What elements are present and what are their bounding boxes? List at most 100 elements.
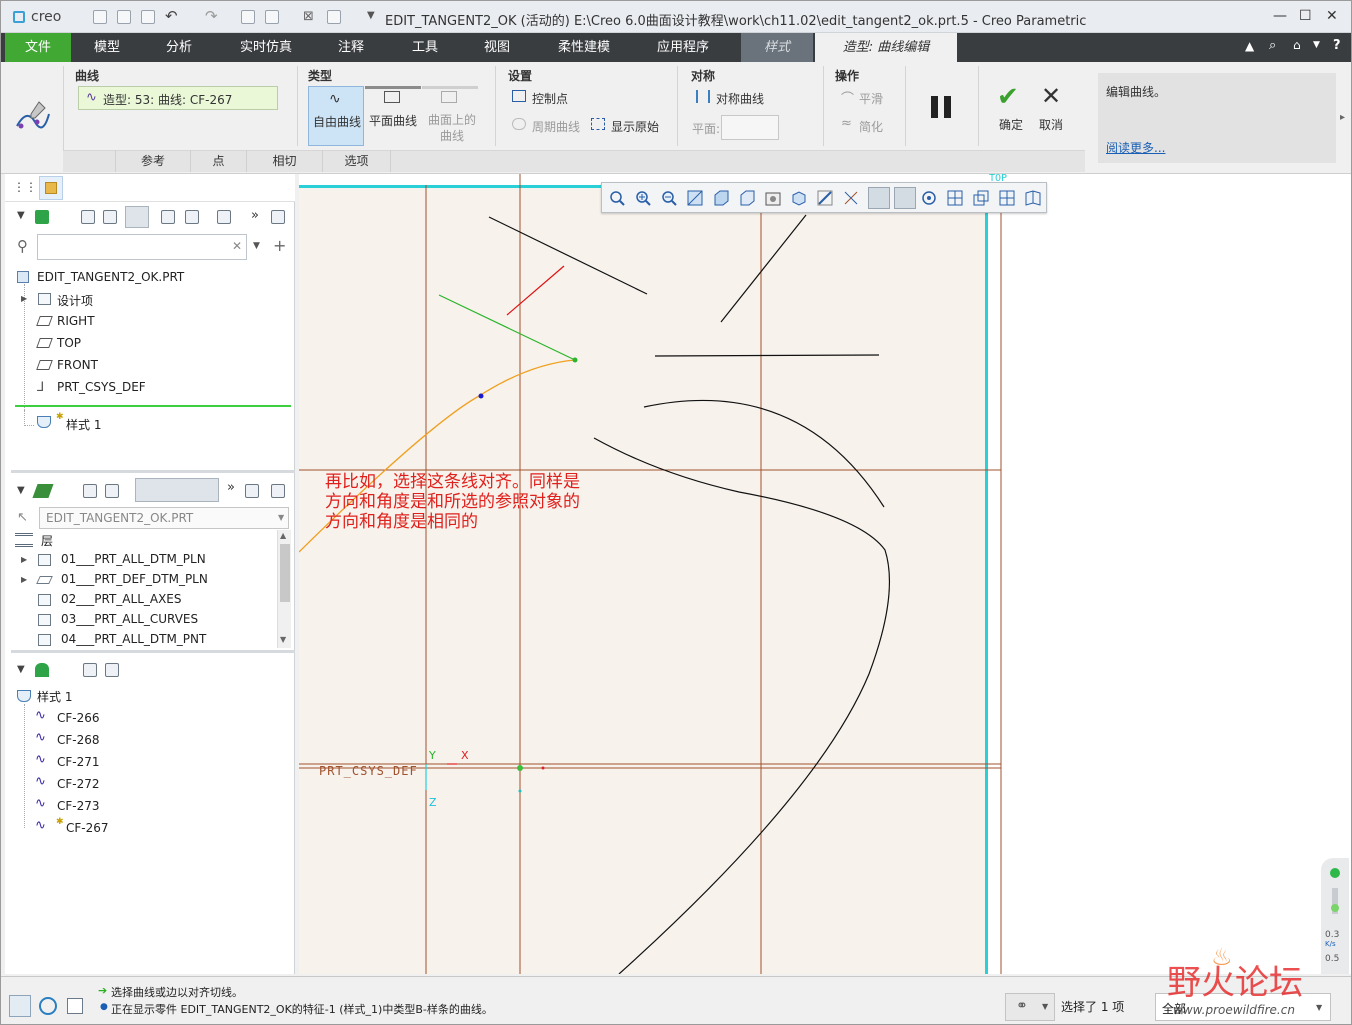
planar-curve-button[interactable]: 平面曲线 — [365, 86, 421, 146]
tree-item-front[interactable]: FRONT — [57, 358, 98, 372]
tree-list-icon[interactable] — [103, 210, 117, 224]
scroll-up-icon[interactable]: ▲ — [280, 531, 286, 540]
close-window-icon[interactable]: ⊠ — [303, 9, 314, 24]
model-tree-collapse-icon[interactable]: ▼ — [17, 210, 25, 221]
perspective-icon[interactable] — [790, 189, 808, 207]
customize-icon[interactable] — [327, 10, 341, 24]
menu-tools[interactable]: 工具 — [397, 33, 453, 62]
style-curve-item[interactable]: CF-272 — [57, 777, 100, 791]
menu-analysis[interactable]: 分析 — [147, 33, 211, 62]
more-icon[interactable]: » — [227, 480, 235, 495]
clear-search-icon[interactable]: ✕ — [232, 239, 242, 253]
model-tree-root[interactable]: EDIT_TANGENT2_OK.PRT — [37, 270, 184, 284]
layer-settings-icon[interactable] — [245, 484, 259, 498]
datum-display-icon[interactable] — [842, 189, 860, 207]
menu-view[interactable]: 视图 — [469, 33, 525, 62]
search-dropdown-icon[interactable]: ▼ — [253, 241, 260, 251]
tab-points[interactable]: 点 — [191, 150, 247, 172]
panel-divider[interactable] — [11, 470, 295, 473]
style-filter-icon[interactable] — [83, 663, 97, 677]
tag-display-icon[interactable] — [998, 189, 1016, 207]
style-curve-item[interactable]: CF-273 — [57, 799, 100, 813]
layer-options-icon[interactable] — [271, 484, 285, 498]
read-more-link[interactable]: 阅读更多... — [1106, 139, 1165, 156]
folder-browser-tab[interactable] — [39, 176, 63, 200]
filter-icon[interactable]: ⚲ — [17, 237, 28, 255]
menu-file[interactable]: 文件 — [5, 33, 71, 62]
expand-icon[interactable]: ▶ — [21, 555, 27, 564]
tree-search-input[interactable]: ✕ — [37, 234, 247, 260]
navigator-toggle-icon[interactable] — [9, 995, 31, 1017]
tree-item-right[interactable]: RIGHT — [57, 314, 95, 328]
redo-icon[interactable]: ↷ — [205, 7, 218, 25]
section-icon[interactable] — [816, 189, 834, 207]
help-expand-icon[interactable]: ▸ — [1340, 112, 1345, 123]
style-display-icon[interactable] — [105, 663, 119, 677]
layer-part-select[interactable]: EDIT_TANGENT2_OK.PRT ▼ — [39, 507, 289, 529]
search-icon[interactable]: ⌕ — [1269, 38, 1276, 53]
fullscreen-toggle-icon[interactable] — [67, 998, 83, 1014]
menu-curve-edit[interactable]: 造型: 曲线编辑 — [815, 33, 957, 62]
layer-display-buttons[interactable] — [135, 478, 219, 502]
insert-here-marker[interactable] — [15, 405, 291, 407]
menu-simulation[interactable]: 实时仿真 — [227, 33, 305, 62]
tree-options-icon[interactable] — [271, 210, 285, 224]
style-curve-item[interactable]: CF-268 — [57, 733, 100, 747]
expand-icon[interactable]: ▶ — [21, 294, 27, 303]
cap-dropdown-icon[interactable]: ▼ — [1313, 40, 1320, 50]
expand-icon[interactable]: ▶ — [21, 575, 27, 584]
add-icon[interactable]: + — [273, 236, 286, 255]
menu-annotate[interactable]: 注释 — [321, 33, 381, 62]
tree-item-style[interactable]: 样式 1 — [66, 416, 101, 433]
plane-display-icon[interactable] — [972, 189, 990, 207]
point-display-icon[interactable] — [894, 187, 916, 209]
tree-columns-icon[interactable] — [217, 210, 231, 224]
tree-columns-icon[interactable] — [81, 210, 95, 224]
graduation-cap-icon[interactable]: ⌂ — [1293, 38, 1301, 52]
layer-scrollbar[interactable]: ▲ ▼ — [277, 530, 291, 648]
spin-center-icon[interactable] — [920, 189, 938, 207]
layer-item[interactable]: 03___PRT_ALL_CURVES — [61, 612, 198, 626]
tab-references[interactable]: 参考 — [115, 150, 191, 172]
smart-select-button[interactable]: ⚭ ▼ — [1005, 993, 1055, 1021]
repaint-icon[interactable] — [686, 189, 704, 207]
tree-settings-button[interactable] — [125, 206, 149, 228]
tree-display-icon[interactable] — [185, 210, 199, 224]
model-canvas[interactable] — [299, 174, 1351, 974]
saved-views-icon[interactable] — [738, 189, 756, 207]
curve-on-surface-button[interactable]: 曲面上的曲线 — [422, 86, 478, 146]
scroll-down-icon[interactable]: ▼ — [280, 635, 286, 644]
style-collapse-icon[interactable]: ▼ — [17, 664, 25, 675]
layer-list-icon[interactable] — [83, 484, 97, 498]
style-curve-item-active[interactable]: CF-267 — [66, 821, 109, 835]
layer-item[interactable]: 01___PRT_DEF_DTM_PLN — [61, 572, 208, 586]
layer-item[interactable]: 02___PRT_ALL_AXES — [61, 592, 182, 606]
scroll-thumb[interactable] — [280, 544, 290, 602]
menu-style[interactable]: 样式 — [741, 33, 813, 62]
layer-item[interactable]: 04___PRT_ALL_DTM_PNT — [61, 632, 206, 646]
panel-divider[interactable] — [11, 650, 295, 653]
regenerate-icon[interactable] — [241, 10, 255, 24]
browser-toggle-icon[interactable] — [39, 997, 57, 1015]
tree-filter-icon[interactable] — [161, 210, 175, 224]
collapse-ribbon-icon[interactable]: ▲ — [1245, 39, 1254, 53]
minimize-button[interactable]: — — [1273, 8, 1287, 24]
tree-item-csys[interactable]: PRT_CSYS_DEF — [57, 380, 146, 394]
layer-tree-icon[interactable] — [105, 484, 119, 498]
cancel-button[interactable]: ✕ 取消 — [1037, 82, 1071, 132]
confirm-button[interactable]: ✔ 确定 — [995, 82, 1029, 132]
style-curve-item[interactable]: CF-266 — [57, 711, 100, 725]
style-curve-item[interactable]: CF-271 — [57, 755, 100, 769]
plane-field[interactable] — [721, 115, 779, 140]
tree-item-design-items[interactable]: 设计项 — [57, 292, 93, 309]
book-icon[interactable] — [1024, 189, 1042, 207]
maximize-button[interactable]: ☐ — [1299, 8, 1312, 24]
menu-model[interactable]: 模型 — [75, 33, 139, 62]
tree-item-top[interactable]: TOP — [57, 336, 81, 350]
annotation-display-icon[interactable] — [868, 187, 890, 209]
tab-options[interactable]: 选项 — [323, 150, 391, 172]
graphics-window[interactable]: TOP PRT_CSYS_DEF Y X Z 再比如，选择这条线对齐。同样是 方… — [299, 174, 1351, 974]
refit-icon[interactable] — [608, 189, 626, 207]
save-icon[interactable] — [141, 10, 155, 24]
windows-icon[interactable] — [265, 10, 279, 24]
